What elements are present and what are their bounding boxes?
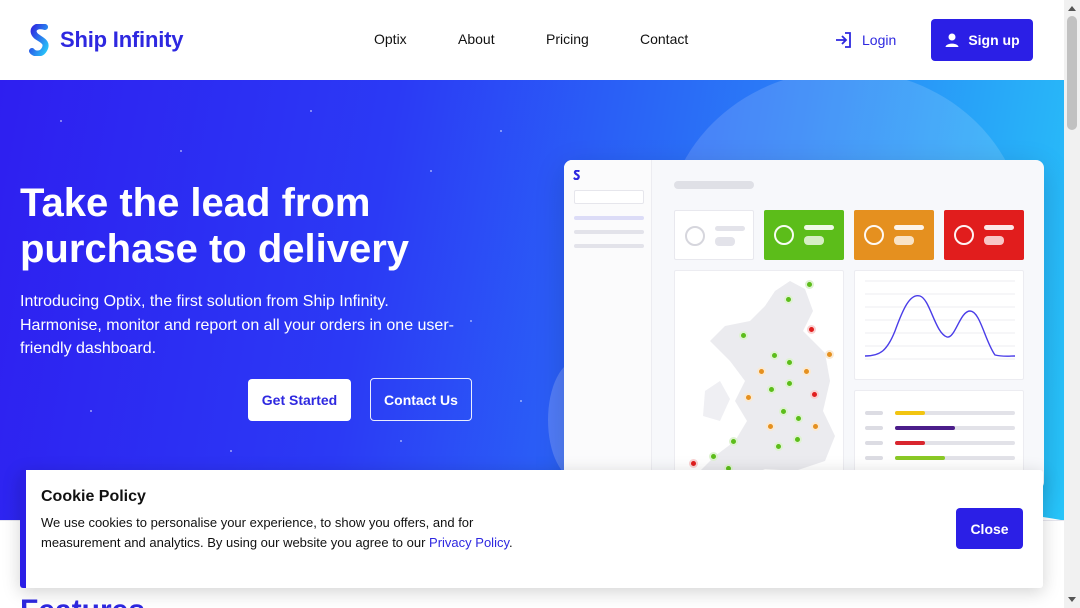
- uk-map-icon: [695, 281, 835, 483]
- contact-us-button[interactable]: Contact Us: [370, 378, 472, 421]
- nav-pricing[interactable]: Pricing: [546, 31, 589, 47]
- dashboard-title-placeholder: [674, 181, 754, 189]
- map-marker: [785, 379, 794, 388]
- user-icon: [945, 33, 959, 47]
- star: [400, 440, 402, 442]
- status-ring-icon: [685, 226, 705, 246]
- trend-chart-panel: [854, 270, 1024, 380]
- status-card: [764, 210, 844, 260]
- cookie-title: Cookie Policy: [41, 488, 146, 505]
- hero-section: Take the lead from purchase to delivery …: [0, 80, 1064, 520]
- brand-logo-link[interactable]: Ship Infinity: [28, 24, 183, 56]
- map-marker: [767, 385, 776, 394]
- login-icon: [836, 32, 851, 48]
- dashboard-menu-item: [574, 244, 644, 248]
- dashboard-menu-item: [574, 230, 644, 234]
- progress-fill: [895, 441, 925, 445]
- nav-optix[interactable]: Optix: [374, 31, 407, 47]
- star: [500, 130, 502, 132]
- map-marker: [689, 459, 698, 468]
- cookie-close-button[interactable]: Close: [956, 508, 1023, 549]
- hero-subtitle: Introducing Optix, the first solution fr…: [20, 293, 454, 357]
- progress-row: [865, 441, 1015, 445]
- nav-about[interactable]: About: [458, 31, 495, 47]
- status-card: [674, 210, 754, 260]
- progress-row: [865, 456, 1015, 460]
- map-marker: [784, 295, 793, 304]
- sign-up-label: Sign up: [968, 32, 1020, 48]
- progress-fill: [895, 426, 955, 430]
- ship-infinity-logo-icon: [29, 24, 49, 56]
- star: [470, 320, 472, 322]
- map-marker: [729, 437, 738, 446]
- cookie-banner: Cookie Policy We use cookies to personal…: [20, 470, 1043, 588]
- map-marker: [779, 407, 788, 416]
- star: [60, 120, 62, 122]
- scroll-down-arrow-icon[interactable]: [1064, 592, 1080, 608]
- hero-title: Take the lead from purchase to delivery: [20, 181, 410, 271]
- star: [430, 170, 432, 172]
- dashboard-menu-item: [574, 216, 644, 220]
- star: [520, 400, 522, 402]
- scrollbar-thumb[interactable]: [1067, 16, 1077, 130]
- star: [90, 410, 92, 412]
- map-marker: [774, 442, 783, 451]
- star: [310, 110, 312, 112]
- site-header: Ship Infinity Optix About Pricing Contac…: [0, 0, 1064, 80]
- status-card: [944, 210, 1024, 260]
- map-marker: [757, 367, 766, 376]
- login-label: Login: [862, 32, 897, 48]
- sign-up-button[interactable]: Sign up: [931, 19, 1033, 61]
- dashboard-sidebar: [564, 160, 652, 490]
- trend-line-graphic: [864, 280, 1016, 360]
- progress-row: [865, 426, 1015, 430]
- login-link[interactable]: Login: [834, 30, 896, 50]
- privacy-policy-link[interactable]: Privacy Policy: [429, 535, 509, 550]
- progress-row: [865, 411, 1015, 415]
- map-marker: [709, 452, 718, 461]
- status-ring-icon: [864, 225, 884, 245]
- features-heading: Features: [20, 594, 145, 608]
- map-marker: [770, 351, 779, 360]
- progress-fill: [895, 456, 946, 460]
- cookie-text: We use cookies to personalise your exper…: [41, 513, 521, 553]
- map-panel: [674, 270, 844, 490]
- get-started-button[interactable]: Get Started: [248, 379, 351, 421]
- dashboard-logo-icon: [573, 170, 580, 180]
- cookie-end: .: [509, 535, 513, 550]
- map-marker: [739, 331, 748, 340]
- map-marker: [825, 350, 834, 359]
- map-marker: [802, 367, 811, 376]
- status-card: [854, 210, 934, 260]
- map-marker: [805, 280, 814, 289]
- star: [180, 150, 182, 152]
- status-ring-icon: [774, 225, 794, 245]
- map-marker: [793, 435, 802, 444]
- nav-contact[interactable]: Contact: [640, 31, 688, 47]
- scroll-up-arrow-icon[interactable]: [1064, 0, 1080, 16]
- star: [230, 450, 232, 452]
- status-ring-icon: [954, 225, 974, 245]
- dashboard-preview: [564, 160, 1044, 490]
- brand-name: Ship Infinity: [60, 27, 184, 52]
- map-marker: [766, 422, 775, 431]
- map-marker: [785, 358, 794, 367]
- map-marker: [810, 390, 819, 399]
- map-marker: [807, 325, 816, 334]
- map-marker: [744, 393, 753, 402]
- page-scrollbar[interactable]: [1064, 0, 1080, 608]
- cookie-body: We use cookies to personalise your exper…: [41, 515, 474, 550]
- map-marker: [811, 422, 820, 431]
- dashboard-search-field: [574, 190, 644, 204]
- progress-fill: [895, 411, 925, 415]
- map-marker: [794, 414, 803, 423]
